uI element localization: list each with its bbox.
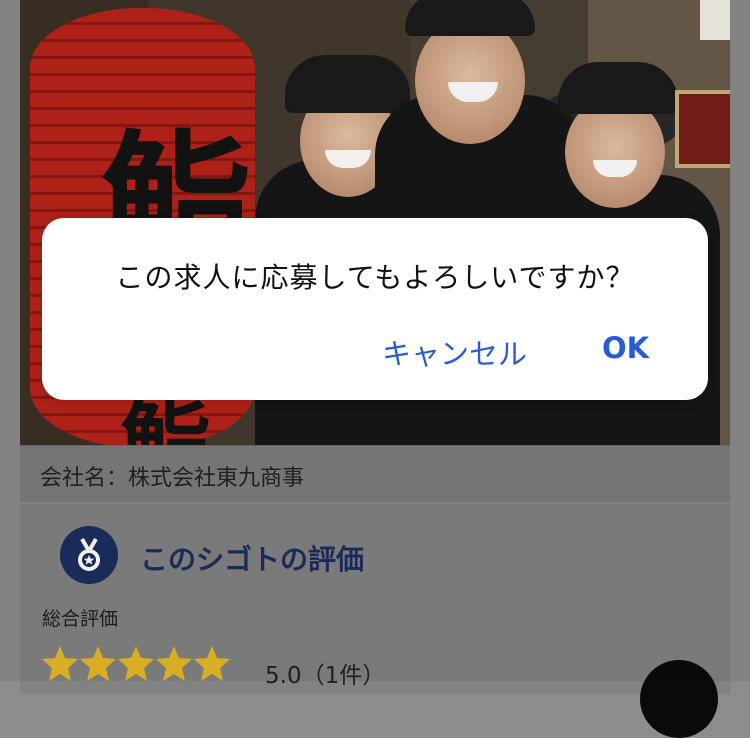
cancel-button[interactable]: キャンセル [382, 331, 527, 373]
ok-button[interactable]: OK [602, 331, 649, 365]
job-detail-page: 鮨 鮨 会社名：株式会社東九商事 このシゴトの評価 総合評価 5.0（1件） こ… [0, 0, 750, 738]
confirm-dialog: この求人に応募してもよろしいですか？ キャンセル OK [42, 218, 708, 400]
dialog-message: この求人に応募してもよろしいですか？ [115, 261, 635, 294]
